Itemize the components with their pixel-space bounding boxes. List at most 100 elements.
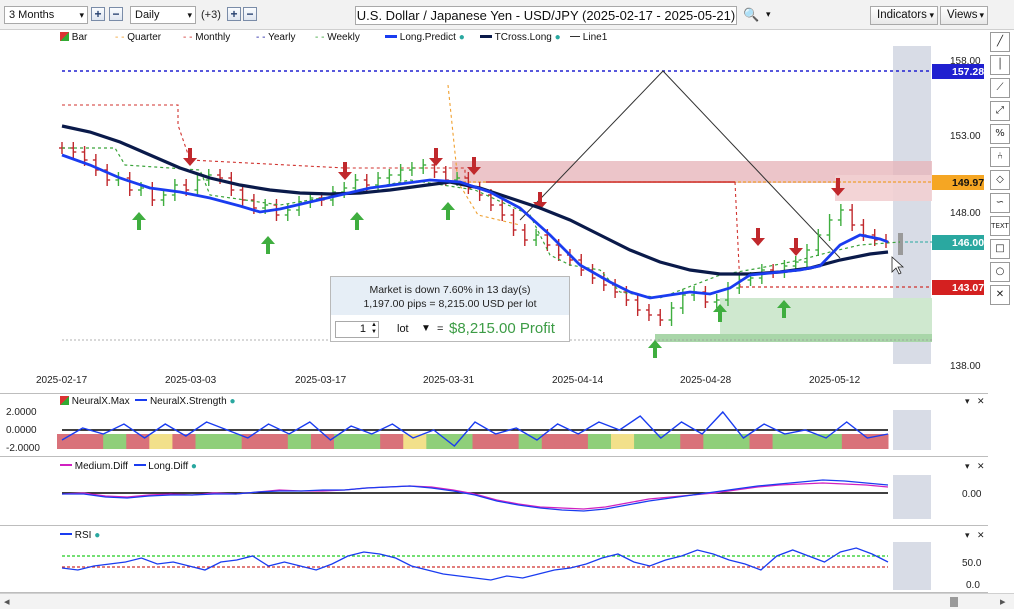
legend-tcross-long: TCross.Long ● [480,32,561,44]
rectangle-tool-icon[interactable]: □ [990,239,1010,259]
spinner-arrows-icon[interactable]: ▲ ▼ [371,322,377,336]
collapse-pane-icon[interactable]: ▾ [965,396,970,407]
legend-label: Medium.Diff [74,461,128,472]
scroll-right-icon[interactable]: ▸ [1000,595,1006,608]
close-pane-icon[interactable]: ✕ [977,396,985,407]
period-select[interactable]: 3 Months ▾ [4,6,88,24]
neuralx-max-cell [795,434,820,449]
collapse-pane-icon[interactable]: ▾ [965,530,970,541]
forecast-bar [898,233,903,255]
callout-tool-icon[interactable]: ◇ [990,170,1010,190]
y-tick-label: 148.00 [950,208,981,219]
ray-tool-icon[interactable]: ⤢ [990,101,1010,121]
chevron-down-icon: ▾ [79,10,84,20]
legend-yearly: - - Yearly [256,32,296,44]
medium-diff-line [61,482,889,510]
settings-dot-icon[interactable]: ● [229,396,235,407]
sell-arrow-icon [836,178,840,188]
neuralx-max-cell [841,434,866,449]
legend-label: RSI [74,530,92,541]
pitchfork-tool-icon[interactable]: ⑃ [990,147,1010,167]
extra-count: (+3) [201,9,221,21]
delete-tool-icon[interactable]: ✕ [990,285,1010,305]
buy-arrow-icon [446,210,450,220]
neuralx-max-cell [703,434,727,449]
neuralx-max-cell [380,434,404,449]
rsi-pane[interactable]: 50.0 0.0 RSI ● ▾ ✕ [0,526,988,593]
scroll-thumb[interactable] [950,597,958,607]
collapse-pane-icon[interactable]: ▾ [965,461,970,472]
symbol-title[interactable]: U.S. Dollar / Japanese Yen - USD/JPY (20… [355,6,737,25]
neuralx-max-cell [149,434,173,449]
add-pane-button[interactable]: + [227,7,241,21]
horizontal-scrollbar[interactable]: ◂ ▸ [0,593,1014,609]
forecast-region [893,542,931,590]
indicators-button[interactable]: Indicators ▾ [870,6,938,25]
legend-label: Weekly [327,32,360,43]
legend-label: Long.Predict [399,32,456,43]
neuralx-max-cell [310,434,335,449]
vertical-line-tool-icon[interactable]: │ [990,55,1010,75]
settings-dot-icon[interactable]: ● [459,32,465,43]
dashed-line-icon: - - [256,32,266,43]
buy-arrow-icon [132,212,146,220]
scroll-left-icon[interactable]: ◂ [4,595,10,608]
text-tool-icon[interactable]: TEXT [990,216,1010,236]
line-tool-icon[interactable]: ╱ [990,32,1010,52]
ellipse-tool-icon[interactable]: ○ [990,262,1010,282]
search-icon[interactable]: 🔍 [743,6,763,24]
sell-arrow-icon [751,238,765,246]
price-pane[interactable]: 158.00 153.00 148.00 138.00 157.28 149.9… [0,30,988,394]
lot-dropdown-icon[interactable]: ▼ [421,323,431,334]
legend-long-predict: Long.Predict ● [385,32,465,44]
settings-dot-icon[interactable]: ● [94,530,100,541]
buy-arrow-icon [718,312,722,322]
sell-arrow-icon [794,238,798,248]
trendline-tool-icon[interactable]: ⟋ [990,78,1010,98]
diff-legend: Medium.Diff Long.Diff ● [60,461,197,472]
measure-info-box: Market is down 7.60% in 13 day(s) 1,197.… [330,276,570,342]
buy-arrow-icon [350,212,364,220]
views-button[interactable]: Views ▾ [940,6,988,25]
support-zone-low [655,334,932,342]
bar-icon [60,396,69,405]
neuralx-max-cell [172,434,196,449]
remove-pane-button[interactable]: − [243,7,257,21]
sell-arrow-icon [472,157,476,167]
line-swatch-icon [60,533,72,535]
fibonacci-tool-icon[interactable]: % [990,124,1010,144]
forecast-region [893,475,931,519]
rsi-line [61,547,889,581]
buy-arrow-icon [266,244,270,254]
zoom-out-button[interactable]: − [109,7,123,21]
legend-label: Long.Diff [148,461,189,472]
lot-quantity-stepper[interactable]: 1 ▲ ▼ [335,321,379,338]
diff-pane[interactable]: 0.00 Medium.Diff Long.Diff ● ▾ ✕ [0,457,988,526]
dashed-line-icon: - - [183,32,193,43]
x-tick-label: 2025-03-17 [295,375,347,386]
neuralx-max-cell [218,434,243,449]
current-price-text: 146.00 [952,237,984,249]
forecast-region [893,410,931,450]
neuralx-max-cell [449,434,473,449]
neuralx-max-cell [80,434,104,449]
x-tick-label: 2025-03-03 [165,375,217,386]
wave-tool-icon[interactable]: ∽ [990,193,1010,213]
settings-dot-icon[interactable]: ● [555,32,561,43]
dashed-line-icon: - - [115,32,125,43]
sell-arrow-icon [429,158,443,166]
interval-select[interactable]: Daily ▾ [130,6,196,24]
measure-pips-text: 1,197.00 pips = 8,215.00 USD per lot [363,298,537,310]
legend-label: TCross.Long [494,32,552,43]
zoom-in-button[interactable]: + [91,7,105,21]
sell-arrow-icon [538,192,542,202]
sell-arrow-icon [338,172,352,180]
rsi-chart[interactable]: 50.0 0.0 [0,526,988,593]
sell-arrow-icon [343,162,347,172]
sell-arrow-icon [188,148,192,158]
close-pane-icon[interactable]: ✕ [977,530,985,541]
close-pane-icon[interactable]: ✕ [977,461,985,472]
chevron-down-icon[interactable]: ▾ [766,9,771,20]
settings-dot-icon[interactable]: ● [191,461,197,472]
neuralx-pane[interactable]: 2.0000 0.0000 -2.0000 NeuralX.Max Neural… [0,394,988,457]
